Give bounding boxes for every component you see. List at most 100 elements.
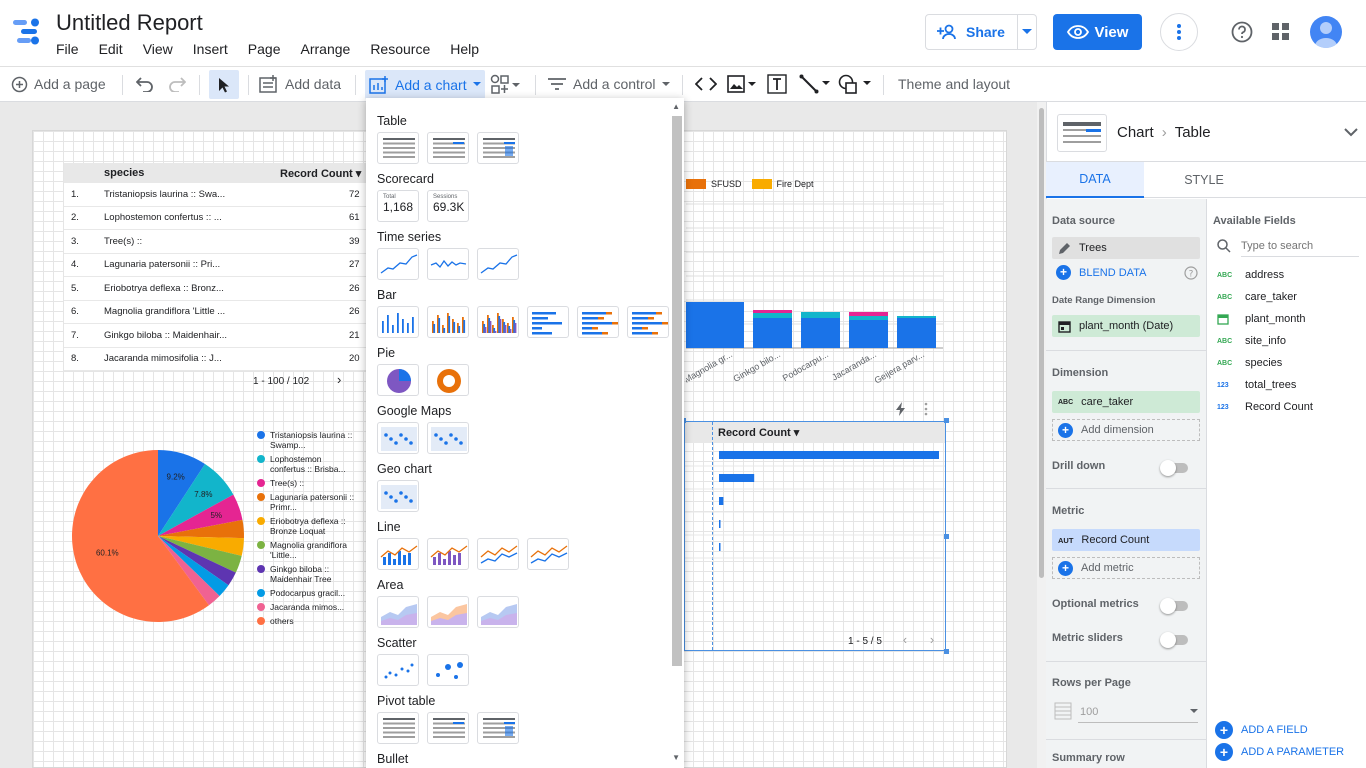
field-item[interactable]: 123 total_trees — [1217, 379, 1296, 391]
legend-item[interactable]: Lophostemon confertus :: Brisba... — [257, 454, 357, 474]
area-chart-option-icon[interactable] — [427, 596, 469, 628]
embed-code-icon[interactable] — [695, 67, 717, 101]
more-vert-icon[interactable] — [924, 402, 928, 416]
record-count-table[interactable]: Record Count ▾ 1 - 5 / 5 ‹ › — [681, 418, 949, 654]
chevron-down-icon[interactable] — [1344, 128, 1358, 137]
legend-item[interactable]: Tristaniopsis laurina :: Swamp... — [257, 430, 357, 450]
shape-tool-icon[interactable] — [838, 67, 872, 101]
line-tool-icon[interactable] — [799, 67, 831, 101]
add-data-button[interactable]: Add data — [259, 67, 341, 101]
scorecard-chart-option-icon[interactable]: Total 1,168 — [377, 190, 419, 222]
menu-edit[interactable]: Edit — [89, 41, 133, 57]
legend-item[interactable]: Fire Dept — [751, 179, 814, 189]
redo-icon[interactable] — [168, 67, 186, 101]
legend-item[interactable]: Eriobotrya deflexa :: Bronze Loquat — [257, 516, 357, 536]
image-icon[interactable] — [727, 67, 757, 101]
field-search-input[interactable] — [1241, 235, 1359, 257]
table-chart-option-icon[interactable] — [377, 132, 419, 164]
menu-file[interactable]: File — [46, 41, 89, 57]
add-control-button[interactable]: Add a control — [547, 67, 670, 101]
breadcrumb-chart-type[interactable]: Table — [1175, 124, 1211, 141]
field-item[interactable]: ABC care_taker — [1217, 291, 1297, 303]
legend-item[interactable]: Jacaranda mimos... — [257, 602, 357, 612]
add-dimension-button[interactable]: + Add dimension — [1052, 419, 1200, 441]
lightning-icon[interactable] — [895, 402, 907, 416]
scorecard-chart-option-icon[interactable]: Sessions 69.3K — [427, 190, 469, 222]
metric-chip[interactable]: AUT Record Count — [1052, 529, 1200, 551]
field-item[interactable]: ABC address — [1217, 269, 1284, 281]
google-maps-chart-option-icon[interactable] — [427, 422, 469, 454]
theme-and-layout-button[interactable]: Theme and layout — [898, 67, 1010, 101]
legend-item[interactable]: Tree(s) :: — [257, 478, 357, 488]
line-chart-option-icon[interactable] — [377, 538, 419, 570]
bar-segment[interactable] — [849, 316, 888, 320]
bar-segment[interactable] — [897, 316, 936, 318]
bar-segment[interactable] — [849, 320, 888, 348]
edit-pencil-icon[interactable] — [1058, 242, 1071, 255]
rows-per-page-select[interactable]: 100 — [1078, 701, 1198, 723]
tab-data[interactable]: DATA — [1046, 162, 1144, 198]
help-icon[interactable] — [1231, 21, 1253, 43]
table-row[interactable]: 5. Eriobotrya deflexa :: Bronz... 26 — [64, 277, 366, 301]
select-pointer-icon[interactable] — [209, 70, 239, 99]
bar-chart-option-icon[interactable] — [627, 306, 669, 338]
scatter-chart-option-icon[interactable] — [427, 654, 469, 686]
next-page-icon[interactable]: › — [930, 632, 934, 647]
menu-scrollbar[interactable] — [672, 116, 682, 666]
help-icon[interactable]: ? — [1184, 266, 1198, 280]
prev-page-icon[interactable]: ‹ — [903, 632, 907, 647]
stacked-bar-chart[interactable]: Magnolia gr... Ginkgo bilo... Podocarpu...… — [686, 194, 946, 394]
data-studio-logo-icon[interactable] — [13, 17, 43, 47]
drill-down-toggle[interactable] — [1160, 460, 1188, 476]
date-range-chip[interactable]: plant_month (Date) — [1052, 315, 1200, 337]
bar-chart-option-icon[interactable] — [527, 306, 569, 338]
bar-segment[interactable] — [849, 312, 888, 316]
legend-item[interactable]: Magnolia grandiflora 'Little... — [257, 540, 357, 560]
scatter-chart-option-icon[interactable] — [377, 654, 419, 686]
add-metric-button[interactable]: + Add metric — [1052, 557, 1200, 579]
column-header-species[interactable]: species — [104, 167, 280, 179]
bar-chart-option-icon[interactable] — [427, 306, 469, 338]
pivot-table-chart-option-icon[interactable] — [477, 712, 519, 744]
column-header-record-count[interactable]: Record Count ▾ — [718, 426, 799, 439]
bar-chart-option-icon[interactable] — [477, 306, 519, 338]
table-row[interactable]: 7. Ginkgo biloba :: Maidenhair... 21 — [64, 324, 366, 348]
report-title[interactable]: Untitled Report — [56, 10, 203, 36]
view-button[interactable]: View — [1053, 14, 1142, 50]
text-box-icon[interactable] — [767, 67, 787, 101]
menu-insert[interactable]: Insert — [183, 41, 238, 57]
next-page-icon[interactable]: › — [337, 372, 341, 387]
add-field-button[interactable]: + ADD A FIELD — [1215, 721, 1308, 739]
resize-handle[interactable] — [944, 534, 949, 539]
undo-icon[interactable] — [136, 67, 154, 101]
bar-segment[interactable] — [753, 313, 792, 318]
legend-item[interactable]: others — [257, 616, 357, 626]
apps-grid-icon[interactable] — [1271, 22, 1291, 42]
pivot-table-chart-option-icon[interactable] — [377, 712, 419, 744]
field-item[interactable]: 123 Record Count — [1217, 401, 1313, 413]
pivot-table-chart-option-icon[interactable] — [427, 712, 469, 744]
field-item[interactable]: ABC site_info — [1217, 335, 1286, 347]
scroll-down-icon[interactable]: ▼ — [672, 753, 680, 762]
bar-segment[interactable] — [801, 312, 840, 318]
avatar[interactable] — [1310, 16, 1342, 48]
table-row[interactable]: 1. Tristaniopsis laurina :: Swa... 72 — [64, 183, 366, 207]
table-row[interactable]: 2. Lophostemon confertus :: ... 61 — [64, 207, 366, 230]
pie-chart-option-icon[interactable] — [427, 364, 469, 396]
menu-page[interactable]: Page — [238, 41, 291, 57]
legend-item[interactable]: Ginkgo biloba :: Maidenhair Tree — [257, 564, 357, 584]
menu-arrange[interactable]: Arrange — [291, 41, 361, 57]
area-chart-option-icon[interactable] — [377, 596, 419, 628]
pie-chart-option-icon[interactable] — [377, 364, 419, 396]
line-chart-option-icon[interactable] — [477, 538, 519, 570]
resize-handle[interactable] — [944, 649, 949, 654]
metric-sliders-toggle[interactable] — [1160, 632, 1188, 648]
table-row[interactable]: 3. Tree(s) :: 39 — [64, 230, 366, 254]
table-chart-option-icon[interactable] — [477, 132, 519, 164]
bar-segment[interactable] — [705, 302, 744, 348]
community-viz-icon[interactable] — [490, 67, 520, 101]
time-series-chart-option-icon[interactable] — [477, 248, 519, 280]
bar-segment[interactable] — [753, 310, 792, 313]
share-button[interactable]: Share — [925, 14, 1037, 50]
blend-data-button[interactable]: + BLEND DATA — [1056, 265, 1146, 280]
